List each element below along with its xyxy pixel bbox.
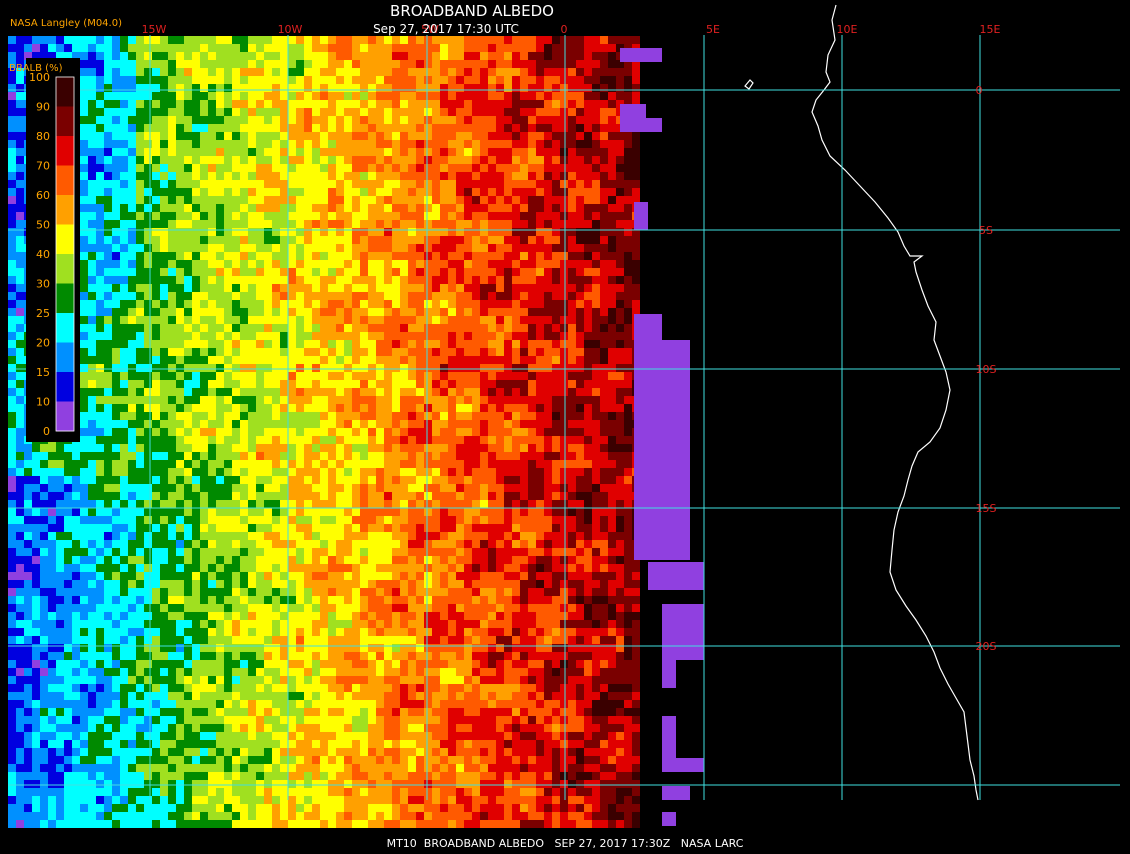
missing-data-strip [620, 104, 646, 118]
map-timestamp: Sep 27, 2017 17:30 UTC [373, 22, 519, 36]
missing-data-strip [634, 340, 690, 560]
lat-label-15s: 15S [976, 502, 997, 515]
colorbar-swatch [56, 284, 74, 314]
lon-label-15w: 15W [142, 23, 167, 36]
missing-data-strip [662, 604, 704, 660]
lat-label-5s: 5S [979, 224, 993, 237]
colorbar-swatch [56, 343, 74, 373]
colorbar-tick-label: 100 [29, 71, 50, 84]
colorbar-tick-label: 0 [43, 425, 50, 438]
colorbar-tick-label: 50 [36, 219, 50, 232]
colorbar-swatch [56, 136, 74, 166]
lon-label-10e: 10E [837, 23, 858, 36]
colorbar-tick-label: 60 [36, 189, 50, 202]
colorbar-tick-label: 70 [36, 160, 50, 173]
colorbar-swatch [56, 107, 74, 137]
colorbar-tick-label: 90 [36, 101, 50, 114]
satellite-map: 15W 10W 5W 0 5E 10E 15E 0 5S 10S 15S 20S… [0, 0, 1130, 850]
missing-data-strip [662, 786, 690, 800]
lon-label-10w: 10W [278, 23, 303, 36]
missing-data-strip [662, 716, 676, 758]
missing-data-strip [620, 48, 662, 62]
map-title: BROADBAND ALBEDO [390, 2, 554, 20]
colorbar-swatch [56, 195, 74, 225]
colorbar-tick-label: 20 [36, 337, 50, 350]
lat-label-0: 0 [976, 84, 983, 97]
lon-label-15e: 15E [980, 23, 1001, 36]
lat-label-20s: 20S [976, 640, 997, 653]
albedo-map-view: 15W 10W 5W 0 5E 10E 15E 0 5S 10S 15S 20S… [0, 0, 1130, 850]
missing-data-strip [620, 118, 662, 132]
colorbar-swatch [56, 313, 74, 343]
colorbar-swatches [56, 77, 74, 432]
producer-credit: NASA Langley (M04.0) [10, 18, 122, 29]
missing-data-strip [662, 660, 676, 688]
colorbar-tick-label: 30 [36, 278, 50, 291]
missing-data-strip [662, 812, 676, 826]
colorbar-tick-label: 40 [36, 248, 50, 261]
missing-data-strip [662, 758, 704, 772]
colorbar-tick-label: 80 [36, 130, 50, 143]
lon-label-0: 0 [561, 23, 568, 36]
colorbar-tick-label: 10 [36, 396, 50, 409]
missing-data-strip [634, 202, 648, 230]
footer-caption: MT10 BROADBAND ALBEDO SEP 27, 2017 17:30… [387, 837, 744, 850]
colorbar-swatch [56, 225, 74, 255]
colorbar-swatch [56, 402, 74, 432]
colorbar-swatch [56, 77, 74, 107]
colorbar-tick-label: 15 [36, 366, 50, 379]
colorbar-swatch [56, 372, 74, 402]
colorbar-swatch [56, 166, 74, 196]
lon-label-5e: 5E [706, 23, 720, 36]
missing-data-strip [648, 562, 704, 590]
lat-label-10s: 10S [976, 363, 997, 376]
colorbar-tick-label: 25 [36, 307, 50, 320]
colorbar-swatch [56, 254, 74, 284]
albedo-raster [8, 36, 640, 828]
